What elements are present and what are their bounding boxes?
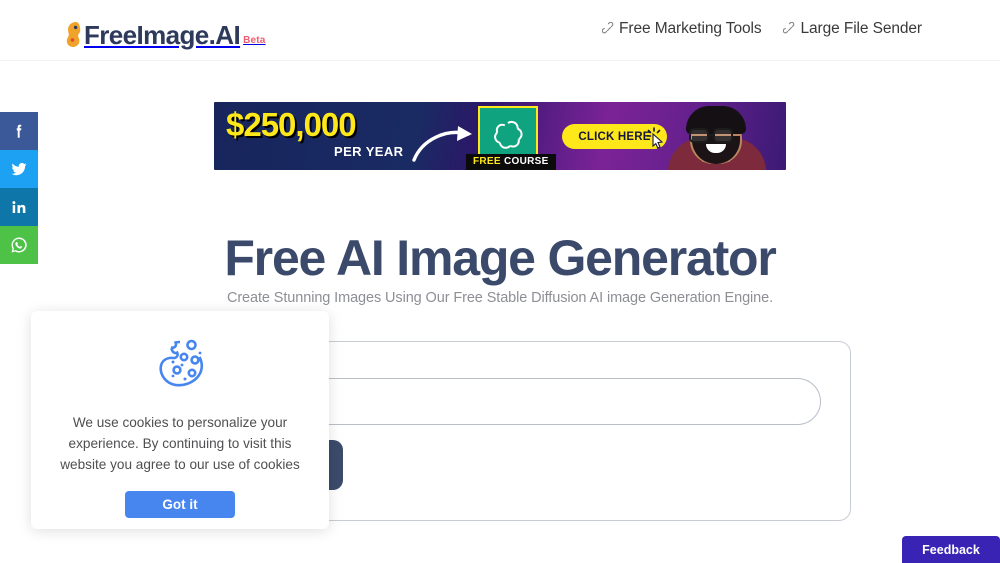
link-icon xyxy=(602,22,614,34)
site-logo[interactable]: FreeImage.AI Beta xyxy=(63,16,266,49)
linkedin-icon xyxy=(12,201,26,213)
banner-per-year: PER YEAR xyxy=(334,144,404,159)
free-course-label: FREE COURSE xyxy=(466,154,556,170)
openai-icon xyxy=(494,120,523,149)
link-icon xyxy=(783,22,795,34)
page-title: Free AI Image Generator xyxy=(224,230,777,286)
nav-label: Large File Sender xyxy=(800,20,922,37)
page-subtitle: Create Stunning Images Using Our Free St… xyxy=(226,290,774,306)
facebook-icon xyxy=(16,124,22,138)
nav-item-large-file-sender[interactable]: Large File Sender xyxy=(783,20,922,38)
nav-item-free-marketing-tools[interactable]: Free Marketing Tools xyxy=(602,20,762,38)
free-label: FREE xyxy=(473,156,501,167)
page-root: FreeImage.AI Beta Free Marketing Tools L… xyxy=(0,0,1000,563)
share-linkedin-button[interactable] xyxy=(0,188,38,226)
share-twitter-button[interactable] xyxy=(0,150,38,188)
nav-label: Free Marketing Tools xyxy=(619,20,762,37)
logo-text: FreeImage.AI xyxy=(84,20,241,50)
share-facebook-button[interactable] xyxy=(0,112,38,150)
cookie-accept-button[interactable]: Got it xyxy=(125,491,235,518)
twitter-icon xyxy=(11,162,27,176)
course-label: COURSE xyxy=(503,156,549,167)
feedback-tab[interactable]: Feedback xyxy=(902,536,1000,563)
cookie-message: We use cookies to personalize your exper… xyxy=(60,415,300,472)
cookie-icon xyxy=(159,339,204,387)
banner-person-photo xyxy=(652,102,780,170)
palette-icon xyxy=(66,22,81,47)
advertisement-banner[interactable]: $250,000 PER YEAR FREE COURSE CLICK HERE xyxy=(214,102,786,170)
beta-badge: Beta xyxy=(243,35,266,46)
main-nav: Free Marketing Tools Large File Sender xyxy=(602,20,922,38)
cookie-consent-dialog: We use cookies to personalize your exper… xyxy=(31,311,329,529)
banner-cta-label: CLICK HERE xyxy=(578,130,651,143)
banner-price: $250,000 xyxy=(226,106,357,143)
site-header: FreeImage.AI Beta Free Marketing Tools L… xyxy=(0,0,1000,61)
